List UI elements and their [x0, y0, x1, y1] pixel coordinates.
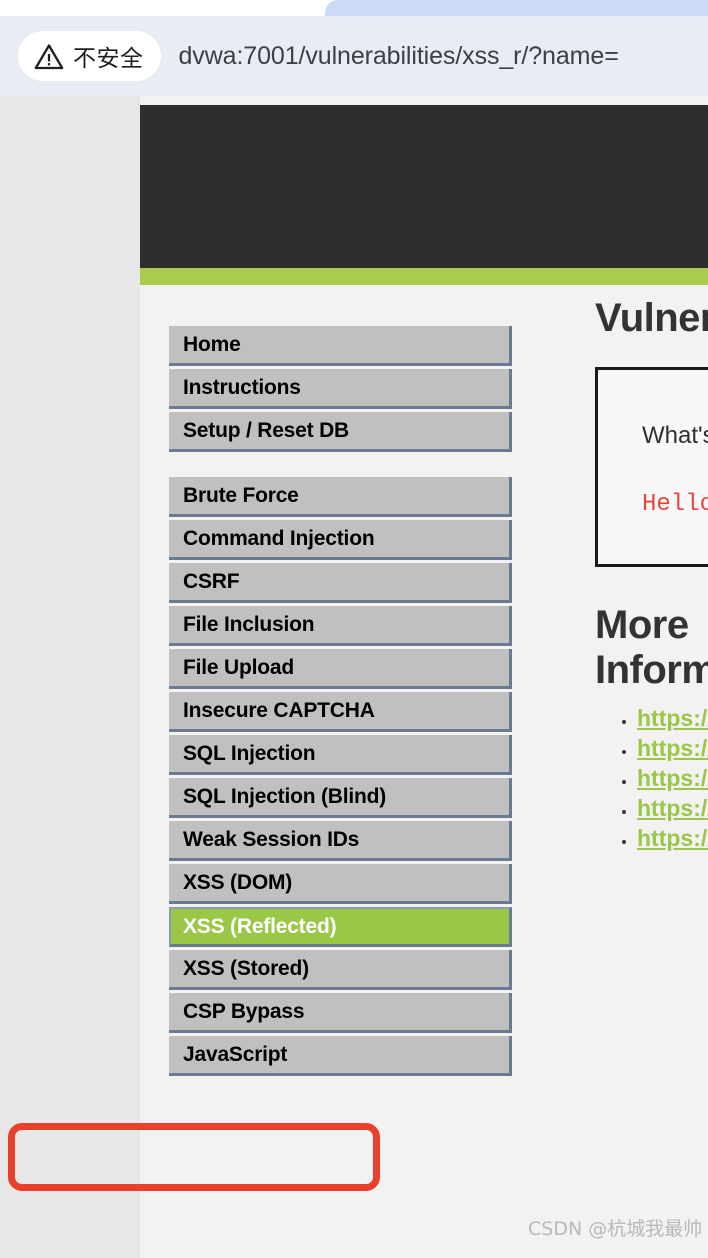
- address-bar[interactable]: 不安全 dvwa:7001/vulnerabilities/xss_r/?nam…: [0, 16, 708, 96]
- sidebar-item-label: SQL Injection (Blind): [183, 784, 387, 808]
- sidebar-item-xss-stored[interactable]: XSS (Stored): [169, 950, 512, 990]
- sidebar-item-label: File Inclusion: [183, 612, 315, 636]
- list-item: https://: [637, 735, 708, 762]
- sidebar-item-label: Command Injection: [183, 526, 375, 550]
- sidebar-item-brute-force[interactable]: Brute Force: [169, 477, 512, 517]
- url-text[interactable]: dvwa:7001/vulnerabilities/xss_r/?name=: [179, 42, 619, 71]
- page-viewport: Home Instructions Setup / Reset DB Brute…: [0, 96, 708, 1258]
- menu-group-general: Home Instructions Setup / Reset DB: [169, 326, 512, 452]
- sidebar-item-label: CSP Bypass: [183, 999, 305, 1023]
- xss-result-panel: What's your name? Hello: [595, 367, 708, 567]
- security-status-chip[interactable]: 不安全: [18, 31, 161, 81]
- sidebar-item-file-inclusion[interactable]: File Inclusion: [169, 606, 512, 646]
- sidebar-item-javascript[interactable]: JavaScript: [169, 1036, 512, 1076]
- list-item: https://: [637, 795, 708, 822]
- sidebar-item-label: JavaScript: [183, 1042, 288, 1066]
- sidebar-item-label: Insecure CAPTCHA: [183, 698, 375, 722]
- sidebar-item-label: XSS (Stored): [183, 956, 309, 980]
- list-item: https://: [637, 765, 708, 792]
- sidebar-item-instructions[interactable]: Instructions: [169, 369, 512, 409]
- site-header-banner: [140, 105, 708, 268]
- more-link[interactable]: https://: [637, 795, 708, 821]
- list-item: https://: [637, 705, 708, 732]
- sidebar-item-label: Weak Session IDs: [183, 827, 360, 851]
- menu-group-vulnerabilities: Brute Force Command Injection CSRF File …: [169, 477, 512, 1076]
- sidebar-item-home[interactable]: Home: [169, 326, 512, 366]
- sidebar-item-weak-session-ids[interactable]: Weak Session IDs: [169, 821, 512, 861]
- sidebar-item-command-injection[interactable]: Command Injection: [169, 520, 512, 560]
- security-status-label: 不安全: [73, 45, 144, 71]
- sidebar-item-file-upload[interactable]: File Upload: [169, 649, 512, 689]
- sidebar-item-label: CSRF: [183, 569, 240, 593]
- address-bar-inner: 不安全 dvwa:7001/vulnerabilities/xss_r/?nam…: [0, 27, 708, 85]
- sidebar-item-csrf[interactable]: CSRF: [169, 563, 512, 603]
- tab-strip: [0, 0, 708, 16]
- sidebar-item-insecure-captcha[interactable]: Insecure CAPTCHA: [169, 692, 512, 732]
- name-prompt-label: What's your name?: [642, 422, 708, 449]
- reflected-greeting-output: Hello: [642, 491, 708, 518]
- sidebar-item-label: File Upload: [183, 655, 294, 679]
- browser-chrome: 不安全 dvwa:7001/vulnerabilities/xss_r/?nam…: [0, 0, 708, 96]
- more-information-list: https:// https:// https:// https:// http…: [595, 705, 708, 852]
- sidebar-item-sql-injection[interactable]: SQL Injection: [169, 735, 512, 775]
- sidebar-item-label: XSS (Reflected): [183, 914, 337, 938]
- sidebar-item-label: Setup / Reset DB: [183, 418, 349, 442]
- warning-triangle-icon: [34, 43, 64, 69]
- sidebar-item-label: XSS (DOM): [183, 870, 293, 894]
- more-link[interactable]: https://: [637, 765, 708, 791]
- more-link[interactable]: https://: [637, 705, 708, 731]
- browser-tab[interactable]: [325, 0, 708, 16]
- sidebar-item-sql-injection-blind[interactable]: SQL Injection (Blind): [169, 778, 512, 818]
- sidebar-item-label: Instructions: [183, 375, 301, 399]
- main-menu: Home Instructions Setup / Reset DB Brute…: [169, 326, 512, 1076]
- sidebar-item-label: Home: [183, 332, 241, 356]
- list-item: https://: [637, 825, 708, 852]
- sidebar-item-csp-bypass[interactable]: CSP Bypass: [169, 993, 512, 1033]
- more-information-heading: More Information: [595, 603, 708, 692]
- page-title: Vulnerability:: [595, 296, 708, 340]
- sidebar-item-label: SQL Injection: [183, 741, 316, 765]
- more-link[interactable]: https://: [637, 825, 708, 851]
- dvwa-page-body: Home Instructions Setup / Reset DB Brute…: [140, 96, 708, 1258]
- vulnerability-content: Vulnerability: What's your name? Hello M…: [595, 296, 708, 855]
- sidebar-item-setup-reset-db[interactable]: Setup / Reset DB: [169, 412, 512, 452]
- site-header-green-stripe: [140, 268, 708, 285]
- sidebar-item-xss-reflected[interactable]: XSS (Reflected): [169, 907, 512, 947]
- watermark-text: CSDN @杭城我最帅: [528, 1218, 703, 1240]
- sidebar-item-xss-dom[interactable]: XSS (DOM): [169, 864, 512, 904]
- more-link[interactable]: https://: [637, 735, 708, 761]
- sidebar-item-label: Brute Force: [183, 483, 299, 507]
